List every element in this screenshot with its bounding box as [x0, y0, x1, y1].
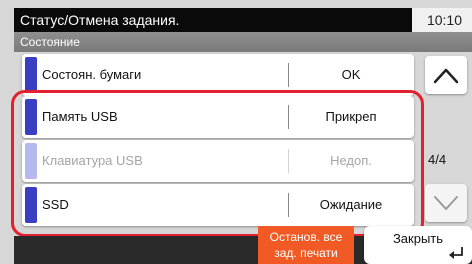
- subtitle-bar: Состояние: [14, 32, 472, 52]
- title-bar: Статус/Отмена задания. 10:10: [0, 0, 472, 32]
- status-panel: Статус/Отмена задания. 10:10 Состояние С…: [0, 0, 472, 264]
- chevron-up-icon: [433, 68, 459, 84]
- row-accent: [25, 57, 37, 93]
- enter-icon: [449, 247, 463, 259]
- chevron-down-icon: [434, 196, 458, 210]
- close-button[interactable]: Закрыть: [364, 226, 472, 264]
- close-label: Закрыть: [392, 231, 444, 246]
- page-subtitle: Состояние: [20, 35, 80, 49]
- stop-all-jobs-button[interactable]: Останов. все зад. печати: [258, 226, 354, 264]
- device-status: OK: [341, 67, 361, 82]
- device-name: Состоян. бумаги: [42, 67, 142, 82]
- selection-highlight: [11, 90, 424, 237]
- title-area: Статус/Отмена задания.: [14, 8, 412, 32]
- page-indicator: 4/4: [428, 152, 447, 167]
- page-title: Статус/Отмена задания.: [20, 12, 180, 28]
- scroll-up-button[interactable]: [425, 56, 467, 94]
- clock-area: 10:10: [412, 8, 472, 32]
- scroll-down-button[interactable]: [425, 184, 467, 222]
- clock: 10:10: [426, 12, 462, 28]
